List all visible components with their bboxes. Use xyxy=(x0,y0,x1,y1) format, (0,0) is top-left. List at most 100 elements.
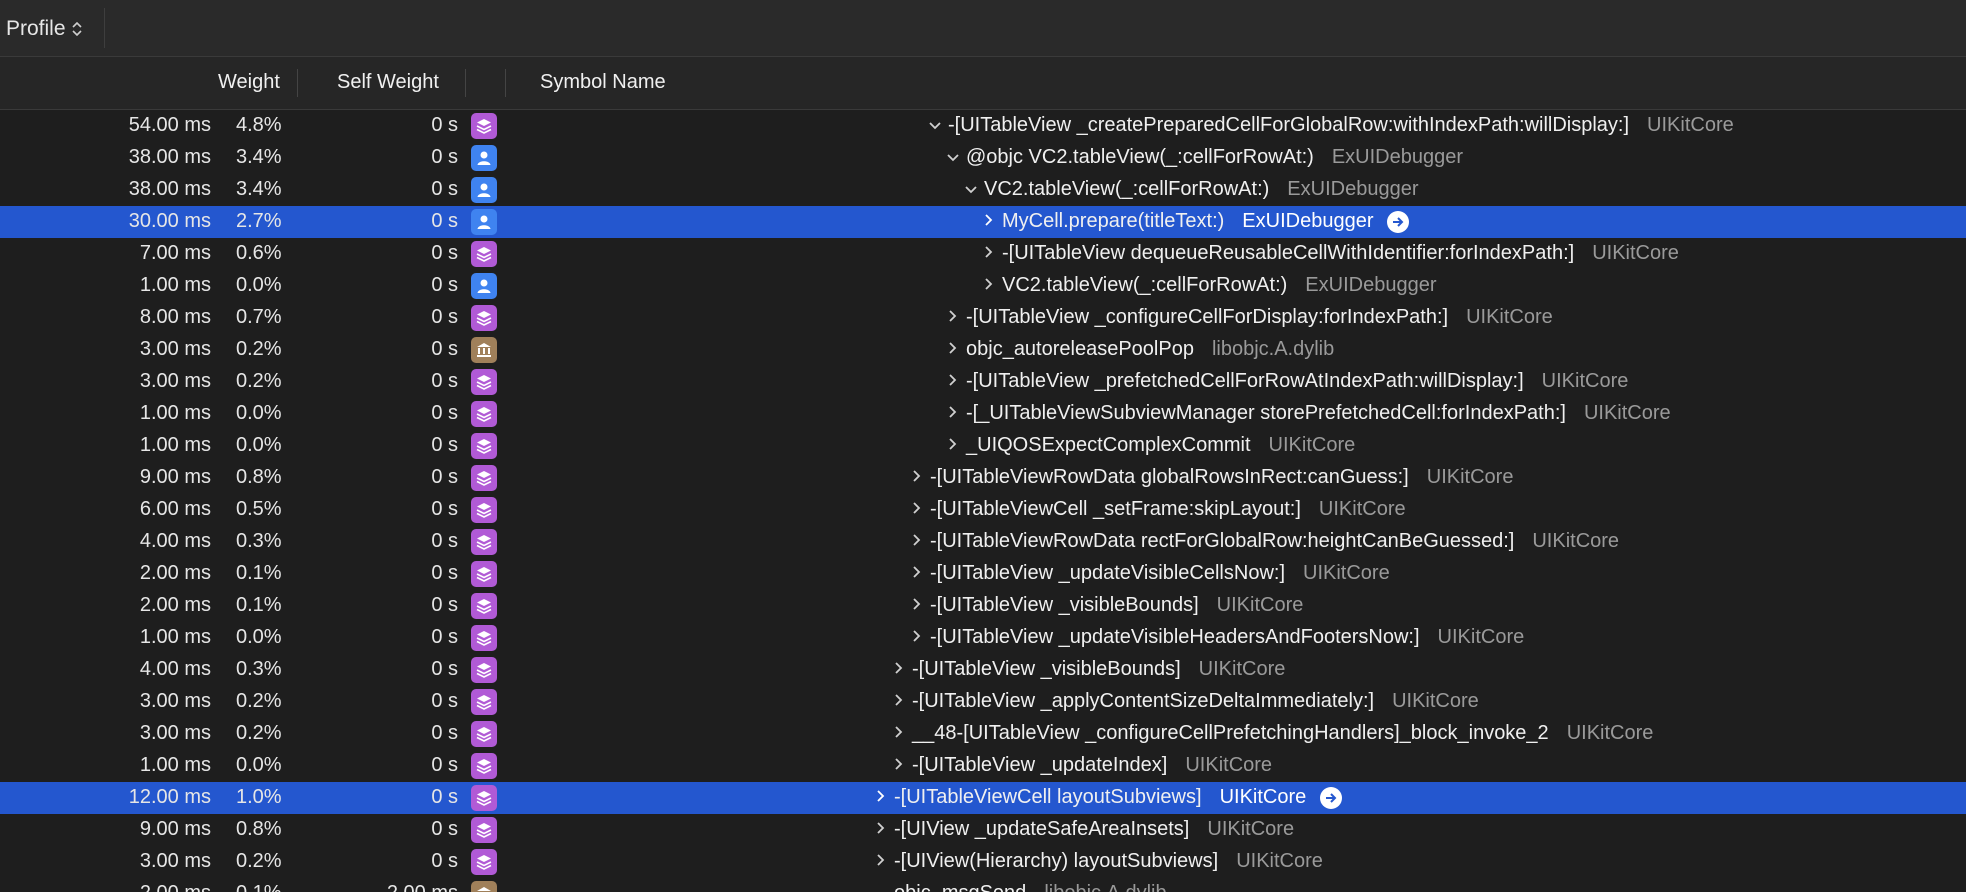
symbol-cell: -[UITableView _prefetchedCellForRowAtInd… xyxy=(944,370,1628,393)
column-header-symbol-name[interactable]: Symbol Name xyxy=(540,71,666,94)
table-row[interactable]: 38.00 ms 3.4% 0 s @objc VC2.tableView(_:cel… xyxy=(0,142,1966,174)
weight-percent: 0.2% xyxy=(236,722,282,744)
table-row[interactable]: 3.00 ms 0.2% 0 s -[UITableView _prefetchedC… xyxy=(0,366,1966,398)
library-name: ExUIDebugger xyxy=(1331,146,1464,168)
symbol-name: -[UITableView _visibleBounds] xyxy=(930,594,1199,616)
table-row[interactable]: 7.00 ms 0.6% 0 s -[UITableView dequeueReusa… xyxy=(0,238,1966,270)
disclosure-collapsed-icon[interactable] xyxy=(908,627,926,648)
table-row[interactable]: 1.00 ms 0.0% 0 s -[UITableView _updateIndex… xyxy=(0,750,1966,782)
self-weight: 0 s xyxy=(431,210,458,232)
table-row[interactable]: 2.00 ms 0.1% 0 s -[UITableView _updateVisib… xyxy=(0,558,1966,590)
symbol-name: -[UITableView _updateVisibleHeadersAndFo… xyxy=(930,626,1420,648)
column-header-bar: Weight Self Weight Symbol Name xyxy=(0,57,1966,110)
weight-ms: 3.00 ms xyxy=(139,690,211,712)
symbol-cell: -[UITableView _applyContentSizeDeltaImme… xyxy=(890,690,1479,713)
disclosure-expanded-icon[interactable] xyxy=(962,179,980,200)
table-row[interactable]: 30.00 ms 2.7% 0 s MyCell.prepare(titleText:… xyxy=(0,206,1966,238)
disclosure-expanded-icon[interactable] xyxy=(926,115,944,136)
disclosure-collapsed-icon[interactable] xyxy=(908,531,926,552)
column-divider xyxy=(297,69,298,97)
library-building-icon xyxy=(471,881,497,892)
table-row[interactable]: 1.00 ms 0.0% 0 s -[UITableView _updateVisib… xyxy=(0,622,1966,654)
table-row[interactable]: 4.00 ms 0.3% 0 s -[UITableViewRowData rectF… xyxy=(0,526,1966,558)
disclosure-collapsed-icon[interactable] xyxy=(890,691,908,712)
table-row[interactable]: 54.00 ms 4.8% 0 s -[UITableView _createPrep… xyxy=(0,110,1966,142)
weight-ms: 3.00 ms xyxy=(139,370,211,392)
weight-percent: 0.1% xyxy=(236,882,282,892)
self-weight: 0 s xyxy=(431,242,458,264)
disclosure-collapsed-icon[interactable] xyxy=(908,499,926,520)
framework-stack-icon xyxy=(471,753,497,779)
symbol-name: -[UIView _updateSafeAreaInsets] xyxy=(894,818,1190,840)
disclosure-collapsed-icon[interactable] xyxy=(872,787,890,808)
symbol-name: -[_UITableViewSubviewManager storePrefet… xyxy=(966,402,1566,424)
symbol-name: __48-[UITableView _configureCellPrefetch… xyxy=(912,722,1549,744)
table-row[interactable]: 2.00 ms 0.1% 2.00 ms objc_msgSend libobjc.A.… xyxy=(0,878,1966,892)
disclosure-collapsed-icon[interactable] xyxy=(980,243,998,264)
disclosure-collapsed-icon[interactable] xyxy=(890,755,908,776)
symbol-name: MyCell.prepare(titleText:) xyxy=(1002,210,1225,232)
table-row[interactable]: 9.00 ms 0.8% 0 s -[UITableViewRowData globa… xyxy=(0,462,1966,494)
table-row[interactable]: 2.00 ms 0.1% 0 s -[UITableView _visibleBoun… xyxy=(0,590,1966,622)
disclosure-collapsed-icon[interactable] xyxy=(944,371,962,392)
symbol-cell: -[UITableViewCell layoutSubviews] UIKitCo… xyxy=(872,786,1343,809)
framework-stack-icon xyxy=(471,561,497,587)
library-name: UIKitCore xyxy=(1392,690,1479,712)
table-row[interactable]: 6.00 ms 0.5% 0 s -[UITableViewCell _setFram… xyxy=(0,494,1966,526)
navigate-arrow-icon[interactable] xyxy=(1320,786,1343,809)
table-row[interactable]: 1.00 ms 0.0% 0 s -[_UITableViewSubviewManag… xyxy=(0,398,1966,430)
framework-stack-icon xyxy=(471,401,497,427)
disclosure-collapsed-icon[interactable] xyxy=(890,659,908,680)
disclosure-collapsed-icon[interactable] xyxy=(872,819,890,840)
table-row[interactable]: 3.00 ms 0.2% 0 s -[UITableView _applyConten… xyxy=(0,686,1966,718)
disclosure-collapsed-icon[interactable] xyxy=(872,851,890,872)
self-weight: 0 s xyxy=(431,658,458,680)
symbol-name: -[UITableView _updateIndex] xyxy=(912,754,1168,776)
library-name: UIKitCore xyxy=(1216,594,1304,616)
column-header-weight[interactable]: Weight xyxy=(218,71,280,94)
library-name: ExUIDebugger xyxy=(1287,178,1419,200)
library-name: UIKitCore xyxy=(1532,530,1620,552)
disclosure-collapsed-icon[interactable] xyxy=(890,723,908,744)
disclosure-collapsed-icon[interactable] xyxy=(908,467,926,488)
disclosure-collapsed-icon[interactable] xyxy=(908,595,926,616)
disclosure-expanded-icon[interactable] xyxy=(944,147,962,168)
symbol-cell: VC2.tableView(_:cellForRowAt:) ExUIDebugg… xyxy=(962,178,1418,201)
self-weight: 0 s xyxy=(431,530,458,552)
weight-percent: 3.4% xyxy=(236,146,282,168)
library-name: UIKitCore xyxy=(1268,434,1356,456)
column-header-self-weight[interactable]: Self Weight xyxy=(337,71,439,94)
table-row[interactable]: 38.00 ms 3.4% 0 s VC2.tableView(_:cellForRo… xyxy=(0,174,1966,206)
library-name: UIKitCore xyxy=(1219,786,1307,808)
self-weight: 0 s xyxy=(431,722,458,744)
table-row[interactable]: 3.00 ms 0.2% 0 s __48-[UITableView _configu… xyxy=(0,718,1966,750)
user-code-icon xyxy=(471,273,497,299)
disclosure-collapsed-icon[interactable] xyxy=(980,211,998,232)
self-weight: 0 s xyxy=(431,466,458,488)
symbol-cell: MyCell.prepare(titleText:) ExUIDebugger xyxy=(980,210,1410,233)
table-row[interactable]: 4.00 ms 0.3% 0 s -[UITableView _visibleBoun… xyxy=(0,654,1966,686)
symbol-cell: -[UITableView _createPreparedCellForGlob… xyxy=(926,114,1734,137)
table-row[interactable]: 1.00 ms 0.0% 0 s VC2.tableView(_:cellForRow… xyxy=(0,270,1966,302)
table-row[interactable]: 9.00 ms 0.8% 0 s -[UIView _updateSafeAreaIn… xyxy=(0,814,1966,846)
symbol-name: objc_msgSend xyxy=(894,882,1026,892)
framework-stack-icon xyxy=(471,721,497,747)
disclosure-collapsed-icon[interactable] xyxy=(980,275,998,296)
disclosure-collapsed-icon[interactable] xyxy=(944,403,962,424)
table-row[interactable]: 12.00 ms 1.0% 0 s -[UITableViewCell layoutS… xyxy=(0,782,1966,814)
navigate-arrow-icon[interactable] xyxy=(1387,210,1410,233)
disclosure-collapsed-icon[interactable] xyxy=(944,339,962,360)
profile-popup-button[interactable]: Profile xyxy=(6,14,82,44)
disclosure-collapsed-icon[interactable] xyxy=(908,563,926,584)
weight-ms: 1.00 ms xyxy=(139,754,211,776)
table-row[interactable]: 3.00 ms 0.2% 0 s -[UIView(Hierarchy) layout… xyxy=(0,846,1966,878)
table-row[interactable]: 3.00 ms 0.2% 0 s objc_autoreleasePoolPop lib… xyxy=(0,334,1966,366)
table-row[interactable]: 8.00 ms 0.7% 0 s -[UITableView _configureCe… xyxy=(0,302,1966,334)
disclosure-collapsed-icon[interactable] xyxy=(944,307,962,328)
weight-percent: 0.2% xyxy=(236,338,282,360)
library-name: UIKitCore xyxy=(1437,626,1525,648)
weight-ms: 12.00 ms xyxy=(128,786,211,808)
disclosure-collapsed-icon[interactable] xyxy=(944,435,962,456)
table-row[interactable]: 1.00 ms 0.0% 0 s _UIQOSExpectComplexCommit U… xyxy=(0,430,1966,462)
weight-ms: 9.00 ms xyxy=(139,466,211,488)
